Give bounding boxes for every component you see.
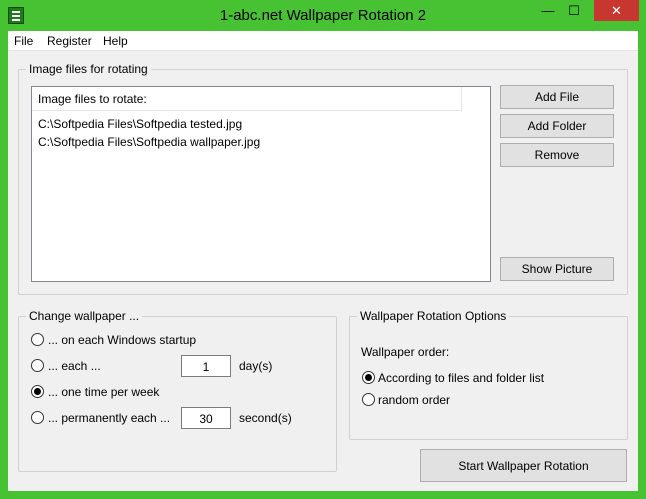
radio-windows-startup[interactable] — [31, 333, 44, 346]
title-bar[interactable]: 1-abc.net Wallpaper Rotation 2 — ☐ ✕ — [0, 0, 646, 31]
add-file-button[interactable]: Add File — [500, 85, 614, 109]
list-item[interactable]: C:\Softpedia Files\Softpedia tested.jpg — [38, 117, 242, 131]
rotation-options-group-title: Wallpaper Rotation Options — [357, 309, 510, 323]
radio-order-list[interactable] — [362, 371, 375, 384]
radio-once-per-week[interactable] — [31, 385, 44, 398]
close-button[interactable]: ✕ — [594, 0, 639, 21]
days-input[interactable]: 1 — [181, 355, 231, 377]
image-files-group: Image files for rotating Image files to … — [18, 62, 628, 295]
days-unit-label: day(s) — [239, 359, 273, 373]
radio-once-per-week-label[interactable]: ... one time per week — [48, 385, 159, 399]
radio-order-random[interactable] — [362, 393, 375, 406]
radio-order-random-label[interactable]: random order — [378, 393, 450, 407]
menu-help[interactable]: Help — [103, 34, 128, 48]
change-wallpaper-group-title: Change wallpaper ... — [26, 309, 143, 323]
maximize-button[interactable]: ☐ — [561, 0, 587, 21]
start-rotation-button[interactable]: Start Wallpaper Rotation — [420, 449, 627, 482]
wallpaper-order-label: Wallpaper order: — [361, 345, 450, 359]
seconds-input[interactable]: 30 — [181, 407, 231, 429]
change-wallpaper-group: Change wallpaper ... ... on each Windows… — [18, 309, 337, 472]
radio-each-days-label[interactable]: ... each ... — [48, 359, 101, 373]
minimize-button[interactable]: — — [535, 0, 561, 21]
radio-order-list-label[interactable]: According to files and folder list — [378, 371, 544, 385]
show-picture-button[interactable]: Show Picture — [500, 257, 614, 281]
image-files-group-title: Image files for rotating — [26, 62, 151, 76]
menu-bar: File Register Help — [8, 31, 638, 51]
client-area: File Register Help Image files for rotat… — [8, 31, 638, 491]
menu-file[interactable]: File — [14, 34, 33, 48]
rotation-options-group: Wallpaper Rotation Options Wallpaper ord… — [349, 309, 628, 440]
list-column-header[interactable]: Image files to rotate: — [32, 87, 462, 111]
list-item[interactable]: C:\Softpedia Files\Softpedia wallpaper.j… — [38, 135, 260, 149]
radio-permanently-seconds[interactable] — [31, 411, 44, 424]
seconds-unit-label: second(s) — [239, 411, 292, 425]
remove-button[interactable]: Remove — [500, 143, 614, 167]
menu-register[interactable]: Register — [47, 34, 92, 48]
radio-each-days[interactable] — [31, 359, 44, 372]
add-folder-button[interactable]: Add Folder — [500, 114, 614, 138]
radio-windows-startup-label[interactable]: ... on each Windows startup — [48, 333, 196, 347]
radio-permanently-seconds-label[interactable]: ... permanently each ... — [48, 411, 170, 425]
app-window: 1-abc.net Wallpaper Rotation 2 — ☐ ✕ Fil… — [0, 0, 646, 499]
image-files-list[interactable]: Image files to rotate: C:\Softpedia File… — [31, 86, 491, 282]
